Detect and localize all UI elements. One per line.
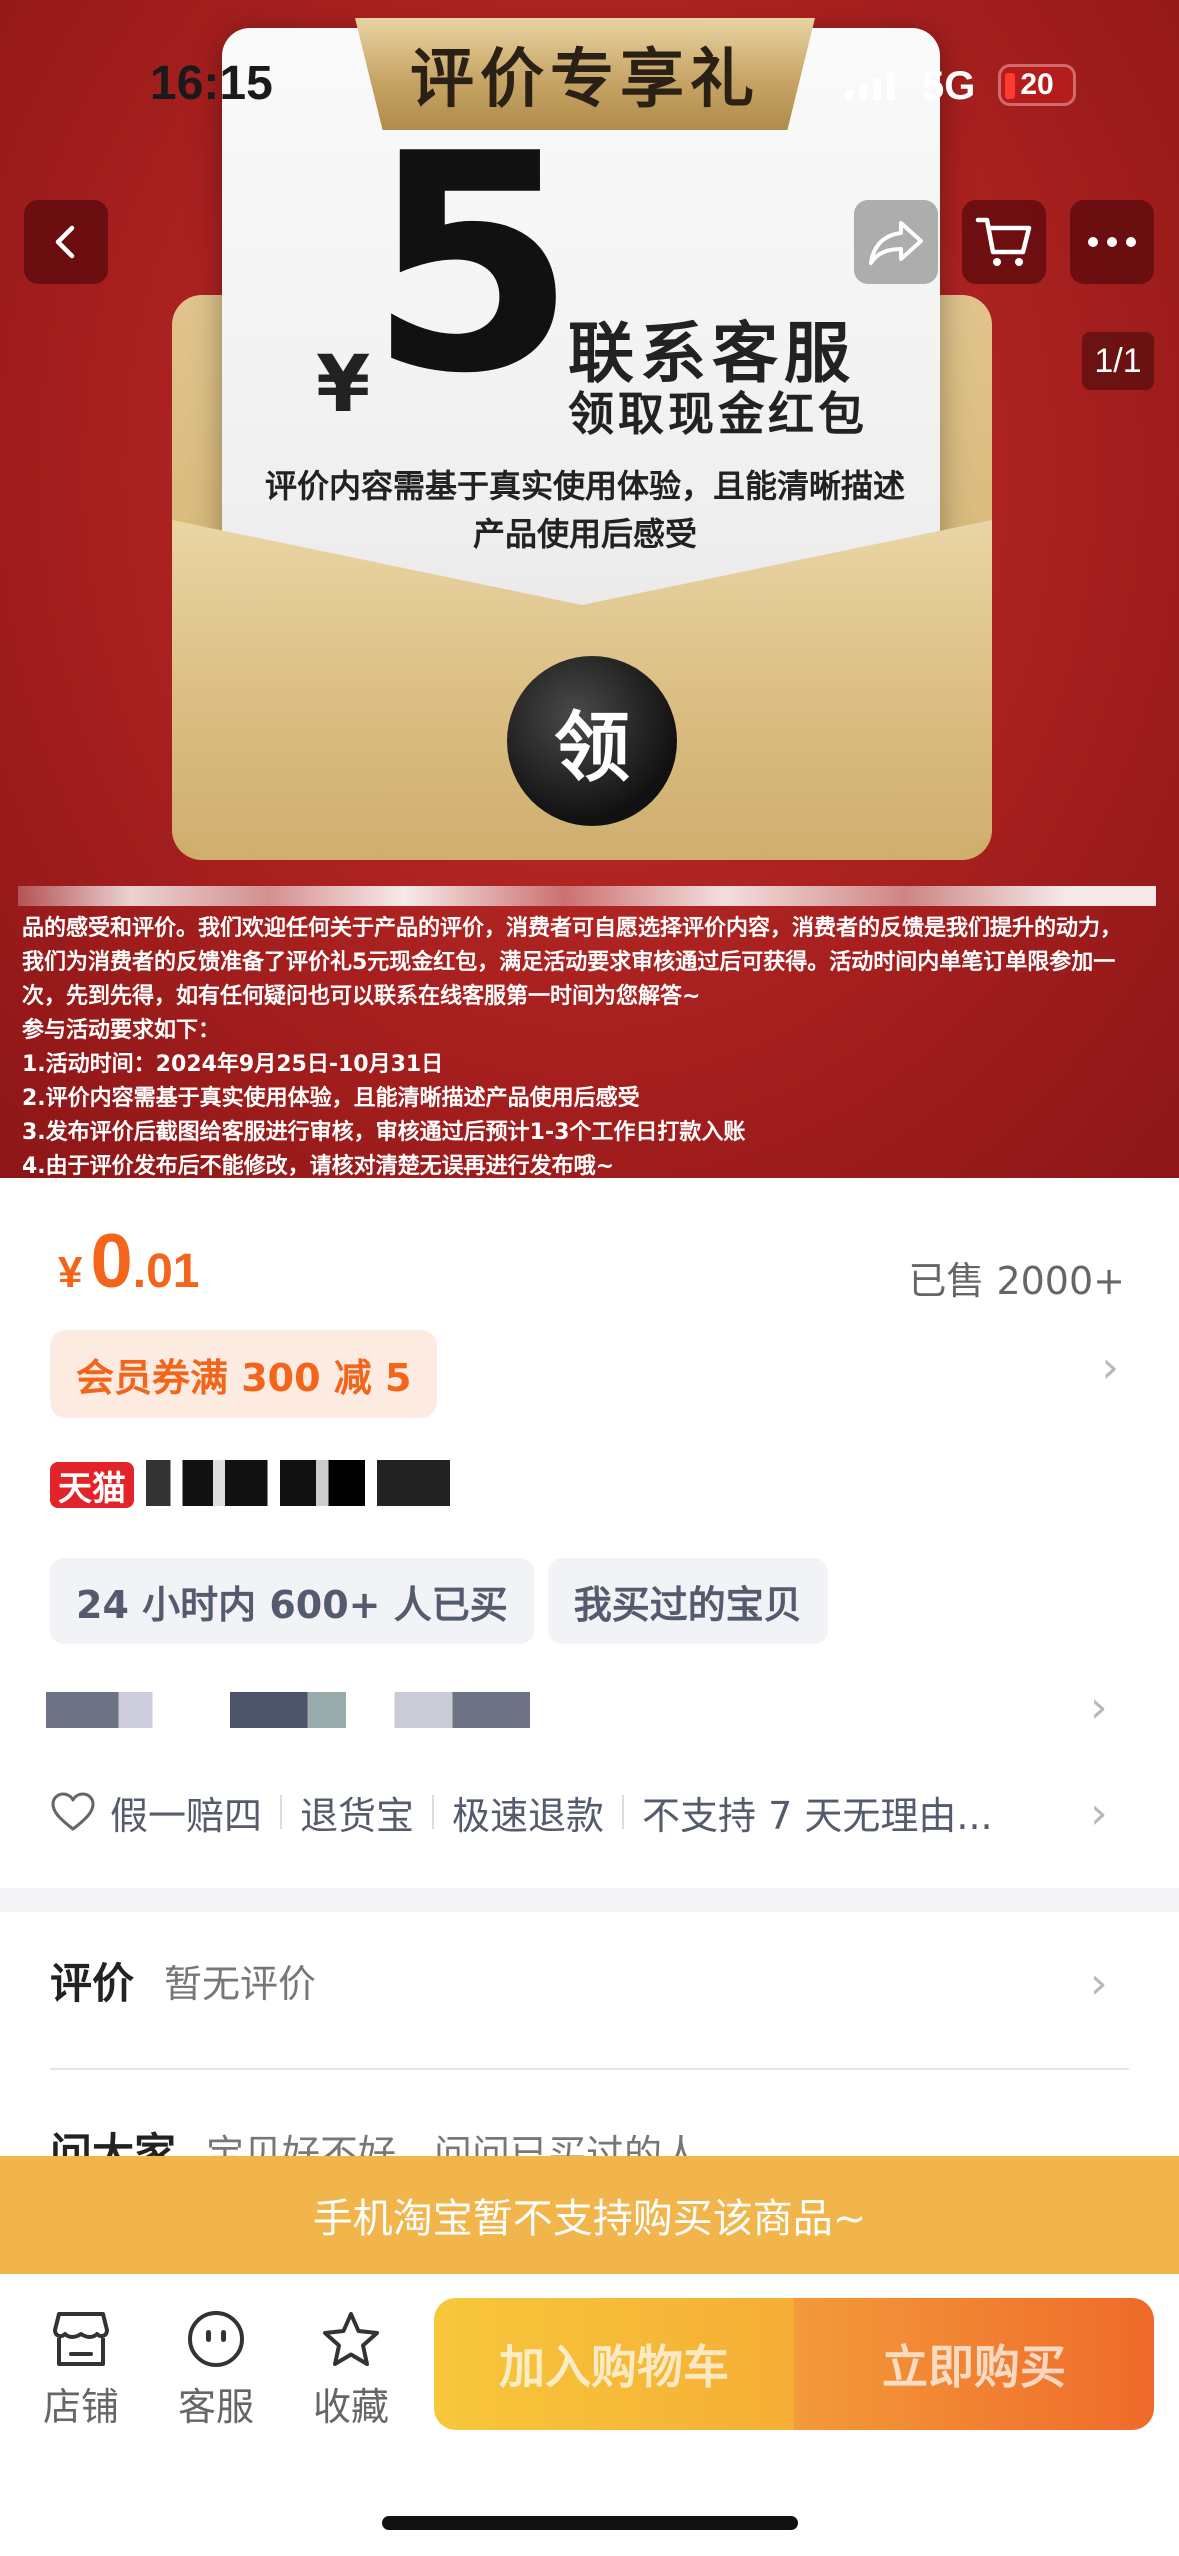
shop-tab-label: 店铺 (42, 2385, 119, 2429)
add-to-cart-button[interactable]: 加入购物车 (434, 2298, 794, 2430)
service-divider (432, 1795, 435, 1829)
cart-button[interactable] (962, 200, 1046, 284)
rule-line: 我们为消费者的反馈准备了评价礼5元现金红包，满足活动要求审核通过后可获得。活动时… (22, 950, 1116, 975)
price-currency: ¥ (58, 1248, 83, 1297)
service-item: 极速退款 (452, 1793, 605, 1838)
status-bar: 16:15 5G 20 (0, 0, 1179, 150)
poster-rules: 品的感受和评价。我们欢迎任何关于产品的评价，消费者可自愿选择评价内容，消费者的反… (22, 912, 1162, 1178)
rule-line: 品的感受和评价。我们欢迎任何关于产品的评价，消费者可自愿选择评价内容，消费者的反… (22, 916, 1123, 941)
unsupported-purchase-banner: 手机淘宝暂不支持购买该商品~ (0, 2156, 1179, 2274)
service-divider (622, 1795, 625, 1829)
sold-count: 已售 2000+ (908, 1259, 1125, 1303)
customer-service-tab[interactable]: 客服 (161, 2310, 271, 2431)
store-icon (53, 2312, 109, 2366)
chevron-left-icon (55, 225, 75, 259)
service-item: 退货宝 (300, 1793, 415, 1838)
shipping-info-redacted[interactable] (46, 1692, 530, 1728)
signal-icon (845, 66, 895, 100)
coupon-row[interactable]: 会员券满 300 减 5 › (50, 1330, 1129, 1420)
customer-service-tab-label: 客服 (177, 2385, 254, 2429)
service-guarantees[interactable]: 假一赔四 退货宝 极速退款 不支持 7 天无理由... (50, 1782, 993, 1842)
service-item: 假一赔四 (110, 1793, 263, 1838)
poster-desc-line1: 评价内容需基于真实使用体验，且能清晰描述 (264, 467, 905, 505)
shop-tab[interactable]: 店铺 (26, 2310, 136, 2431)
service-divider (280, 1795, 283, 1829)
share-button[interactable] (854, 200, 938, 284)
back-button[interactable] (24, 200, 108, 284)
chat-face-icon (188, 2311, 244, 2367)
rule-line: 1.活动时间：2024年9月25日-10月31日 (22, 1052, 444, 1077)
rule-line: 次，先到先得，如有任何疑问也可以联系在线客服第一时间为您解答~ (22, 984, 701, 1009)
blurred-text-strip (18, 886, 1156, 906)
service-item: 不支持 7 天无理由... (642, 1793, 993, 1838)
tag-pills: 24 小时内 600+ 人已买 我买过的宝贝 (50, 1558, 828, 1644)
poster-amount: 5 (368, 90, 577, 439)
cart-icon (975, 217, 1032, 266)
status-time: 16:15 (150, 57, 273, 110)
more-dots-icon (1088, 237, 1136, 247)
price-integer: 0 (90, 1219, 133, 1304)
purchase-buttons: 加入购物车 立即购买 (434, 2298, 1154, 2430)
product-image-gallery[interactable]: 16:15 5G 20 1/1 评价专享礼 5 ¥ 联系客服 领取现金红包 评价… (0, 0, 1179, 1178)
more-button[interactable] (1070, 200, 1154, 284)
price-decimal: .01 (132, 1245, 200, 1298)
rule-line: 3.发布评价后截图给客服进行审核，审核通过后预计1-3个工作日打款入账 (22, 1120, 746, 1145)
rule-line: 2.评价内容需基于真实使用体验，且能清晰描述产品使用后感受 (22, 1086, 640, 1111)
divider (50, 2068, 1129, 2070)
section-gap (0, 1888, 1179, 1912)
poster-description: 评价内容需基于真实使用体验，且能清晰描述 产品使用后感受 (250, 462, 920, 558)
share-icon (869, 221, 923, 265)
heart-icon (51, 1792, 95, 1831)
chevron-right-icon: › (1090, 1682, 1108, 1733)
poster-redpack: 领取现金红包 (568, 387, 868, 441)
image-pager: 1/1 (1082, 332, 1154, 390)
favorite-tab-label: 收藏 (312, 2385, 389, 2429)
poster-currency: ¥ (316, 340, 371, 430)
chevron-right-icon: › (1101, 1342, 1119, 1393)
price: ¥ 0 .01 (58, 1218, 200, 1305)
tmall-badge: 天猫 (50, 1462, 134, 1509)
recent-buyers-pill[interactable]: 24 小时内 600+ 人已买 (50, 1558, 534, 1644)
rule-line: 4.由于评价发布后不能修改，请核对清楚无误再进行发布哦~ (22, 1154, 615, 1178)
bought-before-pill[interactable]: 我买过的宝贝 (547, 1558, 828, 1644)
bottom-action-bar: 店铺 客服 收藏 加入购物车 立即购买 (0, 2274, 1179, 2556)
buy-now-button[interactable]: 立即购买 (794, 2298, 1154, 2430)
product-title-redacted (146, 1460, 450, 1506)
battery-icon: 20 (998, 64, 1076, 106)
reviews-row[interactable]: 评价 暂无评价 (50, 1950, 316, 2011)
chevron-right-icon: › (1090, 1958, 1108, 2009)
reviews-label: 评价 (50, 1959, 135, 2008)
star-icon (323, 2312, 379, 2366)
chevron-right-icon: › (1090, 1788, 1108, 1839)
reviews-value: 暂无评价 (164, 1962, 317, 2006)
home-indicator (382, 2516, 798, 2530)
poster-seal: 领 (507, 656, 677, 826)
coupon-badge[interactable]: 会员券满 300 减 5 (50, 1330, 438, 1418)
network-label: 5G (922, 64, 976, 108)
rule-line: 参与活动要求如下： (22, 1018, 221, 1043)
favorite-tab[interactable]: 收藏 (296, 2310, 406, 2431)
poster-desc-line2: 产品使用后感受 (472, 515, 697, 553)
